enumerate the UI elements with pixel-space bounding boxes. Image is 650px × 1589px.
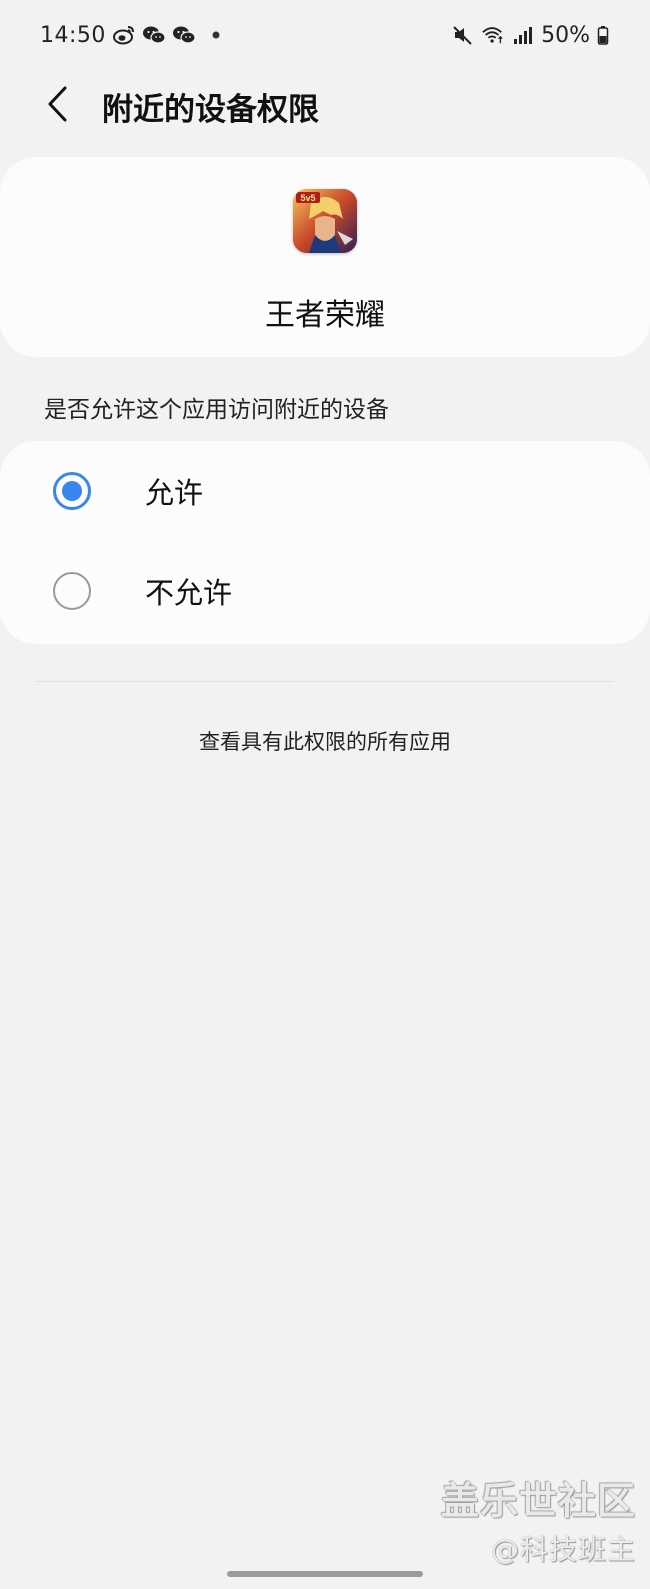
- signal-icon: [511, 23, 535, 47]
- app-name: 王者荣耀: [265, 298, 385, 333]
- radio-deny[interactable]: [53, 572, 91, 610]
- divider: [36, 681, 614, 682]
- option-allow[interactable]: 允许: [0, 441, 650, 541]
- wechat-icon: [172, 23, 196, 47]
- app-icon-badge: 5v5: [300, 193, 315, 203]
- option-allow-label: 允许: [145, 476, 204, 510]
- app-bar: 附近的设备权限: [0, 70, 650, 142]
- permission-question: 是否允许这个应用访问附近的设备: [44, 397, 389, 423]
- screen: 14:50 50% 附近的设备权限 5v5 王者荣耀 是否允许这个应用访问附近的…: [0, 0, 650, 1589]
- home-indicator[interactable]: [227, 1571, 423, 1577]
- status-bar: 14:50 50%: [0, 0, 650, 70]
- chevron-left-icon: [46, 85, 70, 127]
- wechat-icon: [142, 23, 166, 47]
- options-card: 允许 不允许: [0, 441, 650, 644]
- option-deny-label: 不允许: [145, 576, 233, 610]
- status-bar-left: 14:50: [40, 23, 226, 48]
- watermark-main: 盖乐世社区: [440, 1479, 636, 1523]
- see-all-apps-link[interactable]: 查看具有此权限的所有应用: [0, 726, 650, 756]
- mute-icon: [451, 23, 475, 47]
- dot-icon: [202, 23, 226, 47]
- status-bar-right: 50%: [451, 23, 610, 48]
- battery-icon: [596, 23, 610, 47]
- wifi-icon: [481, 23, 505, 47]
- option-deny[interactable]: 不允许: [0, 541, 650, 641]
- battery-percent: 50%: [541, 22, 590, 48]
- status-time: 14:50: [40, 22, 106, 48]
- back-button[interactable]: [28, 76, 88, 136]
- app-icon: 5v5: [293, 189, 357, 253]
- watermark-sub: @科技班主: [490, 1533, 636, 1566]
- weibo-icon: [112, 23, 136, 47]
- page-title: 附近的设备权限: [102, 91, 319, 128]
- radio-allow[interactable]: [53, 472, 91, 510]
